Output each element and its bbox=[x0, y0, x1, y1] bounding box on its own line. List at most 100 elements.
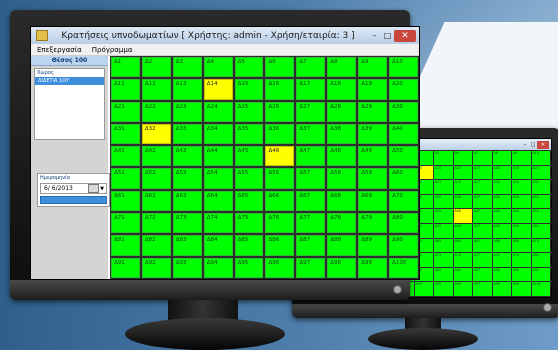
room-cell[interactable]: Δ32 bbox=[141, 123, 171, 145]
room-cell[interactable]: Δ65 bbox=[234, 190, 264, 212]
room-cell[interactable]: Δ16 bbox=[453, 165, 472, 180]
room-cell[interactable]: Δ7 bbox=[473, 151, 492, 165]
room-cell[interactable]: Δ100 bbox=[389, 257, 418, 278]
room-cell[interactable]: Δ93 bbox=[172, 257, 202, 278]
room-cell[interactable]: Δ95 bbox=[434, 282, 453, 296]
room-cell[interactable]: Δ74 bbox=[203, 213, 233, 234]
maximize-button[interactable]: □ bbox=[529, 142, 537, 148]
room-cell[interactable]: Δ53 bbox=[172, 168, 202, 189]
room-cell[interactable]: Δ88 bbox=[492, 267, 511, 282]
room-cell[interactable]: Δ56 bbox=[453, 224, 472, 238]
main-power-button[interactable] bbox=[393, 285, 402, 294]
room-cell[interactable]: Δ70 bbox=[531, 238, 550, 253]
room-cell[interactable]: Δ20 bbox=[531, 165, 550, 180]
room-cell[interactable]: Δ5 bbox=[434, 151, 453, 165]
room-cell[interactable]: Δ92 bbox=[141, 257, 171, 278]
room-cell[interactable]: Δ56 bbox=[265, 168, 295, 189]
room-cell[interactable]: Δ48 bbox=[327, 146, 357, 167]
room-cell[interactable]: Δ6 bbox=[265, 57, 295, 78]
room-cell[interactable]: Δ9 bbox=[512, 151, 531, 165]
room-cell[interactable]: Δ67 bbox=[296, 190, 326, 212]
room-cell[interactable]: Δ55 bbox=[434, 224, 453, 238]
room-cell[interactable]: Δ60 bbox=[531, 224, 550, 238]
room-cell[interactable]: Δ40 bbox=[389, 123, 418, 145]
room-cell[interactable]: Δ4 bbox=[203, 57, 233, 78]
menu-edit[interactable]: Επεξεργασία bbox=[37, 46, 82, 54]
room-cell[interactable]: Δ28 bbox=[492, 180, 511, 194]
room-cell[interactable]: Δ59 bbox=[358, 168, 388, 189]
room-cell[interactable]: Δ2 bbox=[141, 57, 171, 78]
room-cell[interactable]: Δ79 bbox=[512, 253, 531, 267]
room-cell[interactable]: Δ8 bbox=[492, 151, 511, 165]
room-cell[interactable]: Δ68 bbox=[492, 238, 511, 253]
room-cell[interactable]: Δ64 bbox=[203, 190, 233, 212]
room-cell[interactable]: Δ78 bbox=[327, 213, 357, 234]
room-cell[interactable]: Δ42 bbox=[141, 146, 171, 167]
room-cell[interactable]: Δ61 bbox=[111, 190, 140, 212]
room-cell[interactable]: Δ86 bbox=[265, 235, 295, 256]
room-cell[interactable]: Δ75 bbox=[234, 213, 264, 234]
room-cell[interactable]: Δ25 bbox=[234, 101, 264, 122]
space-list[interactable]: ΔΙΔΕΤΙΑ 1ΟΥ bbox=[35, 77, 104, 139]
room-cell[interactable]: Δ58 bbox=[492, 224, 511, 238]
room-cell[interactable]: Δ47 bbox=[473, 209, 492, 223]
room-cell[interactable]: Δ8 bbox=[327, 57, 357, 78]
room-cell[interactable]: Δ31 bbox=[111, 123, 140, 145]
room-cell[interactable]: Δ51 bbox=[111, 168, 140, 189]
room-cell[interactable]: Δ90 bbox=[531, 267, 550, 282]
date-picker[interactable]: 6/ 6/2013 ▼ bbox=[40, 183, 107, 194]
room-cell[interactable]: Δ23 bbox=[172, 101, 202, 122]
room-cell[interactable]: Δ12 bbox=[141, 79, 171, 100]
room-cell[interactable]: Δ69 bbox=[358, 190, 388, 212]
room-cell[interactable]: Δ76 bbox=[453, 253, 472, 267]
room-cell[interactable]: Δ38 bbox=[492, 194, 511, 209]
menu-program[interactable]: Πρόγραμμα bbox=[92, 46, 133, 54]
chevron-down-icon[interactable]: ▼ bbox=[100, 186, 104, 192]
room-cell[interactable]: Δ79 bbox=[358, 213, 388, 234]
room-cell[interactable]: Δ73 bbox=[172, 213, 202, 234]
room-cell[interactable]: Δ33 bbox=[172, 123, 202, 145]
room-cell[interactable]: Δ1 bbox=[111, 57, 140, 78]
close-button[interactable]: ✕ bbox=[537, 140, 549, 149]
date-apply-button[interactable] bbox=[40, 196, 107, 204]
room-cell[interactable]: Δ37 bbox=[296, 123, 326, 145]
room-cell[interactable]: Δ66 bbox=[265, 190, 295, 212]
close-button[interactable]: ✕ bbox=[394, 29, 416, 42]
room-cell[interactable]: Δ84 bbox=[203, 235, 233, 256]
room-cell[interactable]: Δ90 bbox=[389, 235, 418, 256]
room-cell[interactable]: Δ60 bbox=[389, 168, 418, 189]
minimize-button[interactable]: – bbox=[368, 30, 381, 41]
room-cell[interactable]: Δ10 bbox=[531, 151, 550, 165]
maximize-button[interactable]: □ bbox=[381, 30, 394, 41]
room-cell[interactable]: Δ97 bbox=[473, 282, 492, 296]
room-cell[interactable]: Δ3 bbox=[172, 57, 202, 78]
room-cell[interactable]: Δ91 bbox=[111, 257, 140, 278]
room-cell[interactable]: Δ98 bbox=[327, 257, 357, 278]
room-cell[interactable]: Δ96 bbox=[453, 282, 472, 296]
room-cell[interactable]: Δ15 bbox=[434, 165, 453, 180]
room-cell[interactable]: Δ96 bbox=[265, 257, 295, 278]
room-cell[interactable]: Δ11 bbox=[111, 79, 140, 100]
room-cell[interactable]: Δ6 bbox=[453, 151, 472, 165]
room-cell[interactable]: Δ88 bbox=[327, 235, 357, 256]
room-cell[interactable]: Δ19 bbox=[512, 165, 531, 180]
room-cell[interactable]: Δ34 bbox=[203, 123, 233, 145]
room-cell[interactable]: Δ36 bbox=[453, 194, 472, 209]
room-cell[interactable]: Δ54 bbox=[203, 168, 233, 189]
room-cell[interactable]: Δ38 bbox=[327, 123, 357, 145]
room-cell[interactable]: Δ82 bbox=[141, 235, 171, 256]
room-cell[interactable]: Δ40 bbox=[531, 194, 550, 209]
room-cell[interactable]: Δ94 bbox=[414, 282, 433, 296]
room-cell[interactable]: Δ35 bbox=[234, 123, 264, 145]
room-cell[interactable]: Δ19 bbox=[358, 79, 388, 100]
room-cell[interactable]: Δ62 bbox=[141, 190, 171, 212]
room-cell[interactable]: Δ15 bbox=[234, 79, 264, 100]
room-cell[interactable]: Δ7 bbox=[296, 57, 326, 78]
room-cell[interactable]: Δ67 bbox=[473, 238, 492, 253]
room-cell[interactable]: Δ99 bbox=[358, 257, 388, 278]
room-cell[interactable]: Δ24 bbox=[203, 101, 233, 122]
room-cell[interactable]: Δ41 bbox=[111, 146, 140, 167]
room-cell[interactable]: Δ87 bbox=[473, 267, 492, 282]
room-cell[interactable]: Δ94 bbox=[203, 257, 233, 278]
room-cell[interactable]: Δ69 bbox=[512, 238, 531, 253]
